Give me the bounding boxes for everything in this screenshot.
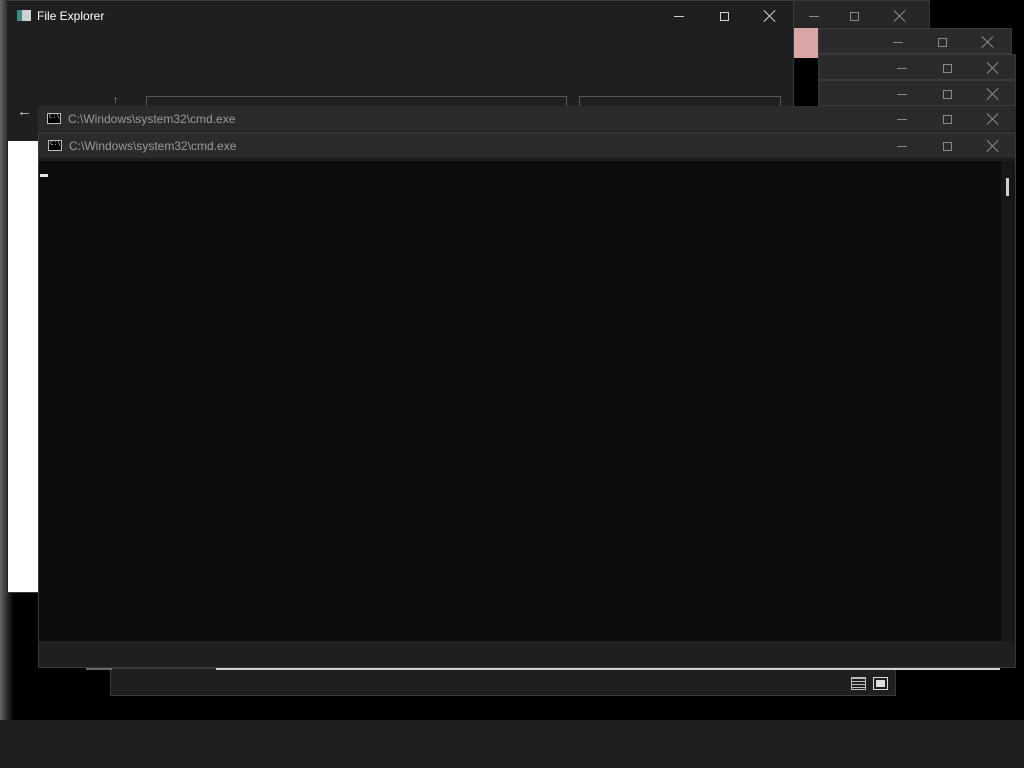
maximize-icon <box>719 11 729 21</box>
minimize-button[interactable] <box>879 55 925 81</box>
maximize-icon <box>942 141 952 151</box>
minimize-button[interactable] <box>879 106 925 132</box>
pink-accent-strip <box>792 28 820 58</box>
console-area[interactable] <box>39 161 1001 641</box>
maximize-button[interactable] <box>701 3 747 29</box>
maximize-button[interactable] <box>831 3 877 29</box>
cmd-window-1[interactable]: C:\Windows\system32\cmd.exe <box>38 106 1016 132</box>
close-button[interactable] <box>970 55 1016 81</box>
close-icon <box>982 36 994 48</box>
close-button[interactable] <box>970 133 1016 159</box>
cmd-window-title: C:\Windows\system32\cmd.exe <box>69 139 237 153</box>
close-button[interactable] <box>747 3 793 29</box>
maximize-button[interactable] <box>924 106 970 132</box>
minimize-button[interactable] <box>875 29 921 55</box>
cmd-app-icon <box>48 140 62 151</box>
close-button[interactable] <box>965 29 1011 55</box>
maximize-button[interactable] <box>924 81 970 107</box>
maximize-icon <box>937 37 947 47</box>
close-button[interactable] <box>877 3 923 29</box>
minimize-icon <box>897 67 907 69</box>
taskbar <box>0 720 1024 768</box>
back-arrow-icon: ← <box>17 103 32 120</box>
minimize-button[interactable] <box>879 133 925 159</box>
minimize-button[interactable] <box>656 3 702 29</box>
maximize-button[interactable] <box>924 133 970 159</box>
close-button[interactable] <box>970 81 1016 107</box>
minimize-button[interactable] <box>879 81 925 107</box>
minimize-icon <box>897 93 907 95</box>
cmd-titlebar[interactable]: C:\Windows\system32\cmd.exe <box>38 106 1016 132</box>
text-cursor <box>40 174 48 177</box>
cmd-window-title: C:\Windows\system32\cmd.exe <box>68 112 236 126</box>
close-icon <box>987 62 999 74</box>
up-button[interactable]: ↑ <box>113 95 127 106</box>
close-icon <box>894 10 906 22</box>
up-arrow-icon: ↑ <box>113 95 118 106</box>
minimize-icon <box>897 118 907 120</box>
file-explorer-app-icon <box>17 10 31 21</box>
cmd-app-icon <box>47 113 61 124</box>
minimize-icon <box>897 145 907 147</box>
close-icon <box>764 10 776 22</box>
background-window-4[interactable] <box>818 80 1016 106</box>
scrollbar-track[interactable] <box>1001 161 1015 641</box>
maximize-icon <box>942 89 952 99</box>
background-window-3[interactable] <box>818 54 1016 80</box>
close-button[interactable] <box>970 106 1016 132</box>
close-icon <box>987 88 999 100</box>
minimize-icon <box>893 41 903 43</box>
maximize-icon <box>942 63 952 73</box>
background-window-bottom <box>110 668 896 696</box>
maximize-icon <box>942 114 952 124</box>
details-view-icon[interactable] <box>851 677 866 690</box>
maximize-icon <box>849 11 859 21</box>
maximize-button[interactable] <box>919 29 965 55</box>
back-button[interactable]: ← <box>17 103 39 123</box>
maximize-button[interactable] <box>924 55 970 81</box>
large-icons-view-icon[interactable] <box>873 677 888 690</box>
window-title: File Explorer <box>37 9 105 23</box>
background-window-1[interactable] <box>790 0 930 30</box>
close-icon <box>987 113 999 125</box>
cmd-window-2[interactable]: C:\Windows\system32\cmd.exe <box>38 132 1016 668</box>
minimize-icon <box>674 15 684 17</box>
minimize-icon <box>809 15 819 17</box>
close-icon <box>987 140 999 152</box>
cmd-titlebar[interactable]: C:\Windows\system32\cmd.exe <box>39 133 1015 159</box>
scrollbar-thumb[interactable] <box>1006 178 1009 196</box>
background-window-2[interactable] <box>818 28 1012 54</box>
